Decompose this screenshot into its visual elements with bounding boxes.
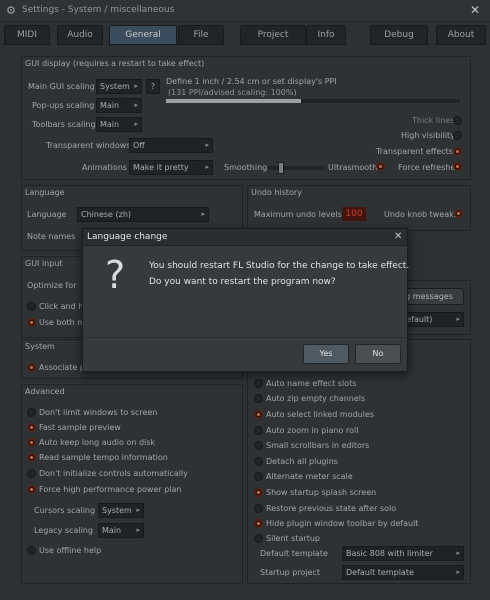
dialog-close-icon[interactable]: ✕ <box>394 231 402 242</box>
close-icon[interactable]: ✕ <box>470 3 480 17</box>
dialog-title-bar: Language change ✕ <box>83 229 407 246</box>
no-button[interactable]: No <box>355 344 401 364</box>
dialog-divider <box>83 337 407 338</box>
yes-button[interactable]: Yes <box>303 344 349 364</box>
dialog-title: Language change <box>87 232 168 242</box>
title-bar: ⚙ Settings - System / miscellaneous ✕ <box>0 0 490 22</box>
language-change-dialog: Language change ✕ ? You should restart F… <box>82 228 410 372</box>
window-title: Settings - System / miscellaneous <box>22 5 175 15</box>
dialog-message-line2: Do you want to restart the program now? <box>149 277 336 287</box>
dialog-message-line1: You should restart FL Studio for the cha… <box>149 261 410 271</box>
settings-gear-icon: ⚙ <box>6 4 16 17</box>
question-mark-icon: ? <box>105 253 126 297</box>
